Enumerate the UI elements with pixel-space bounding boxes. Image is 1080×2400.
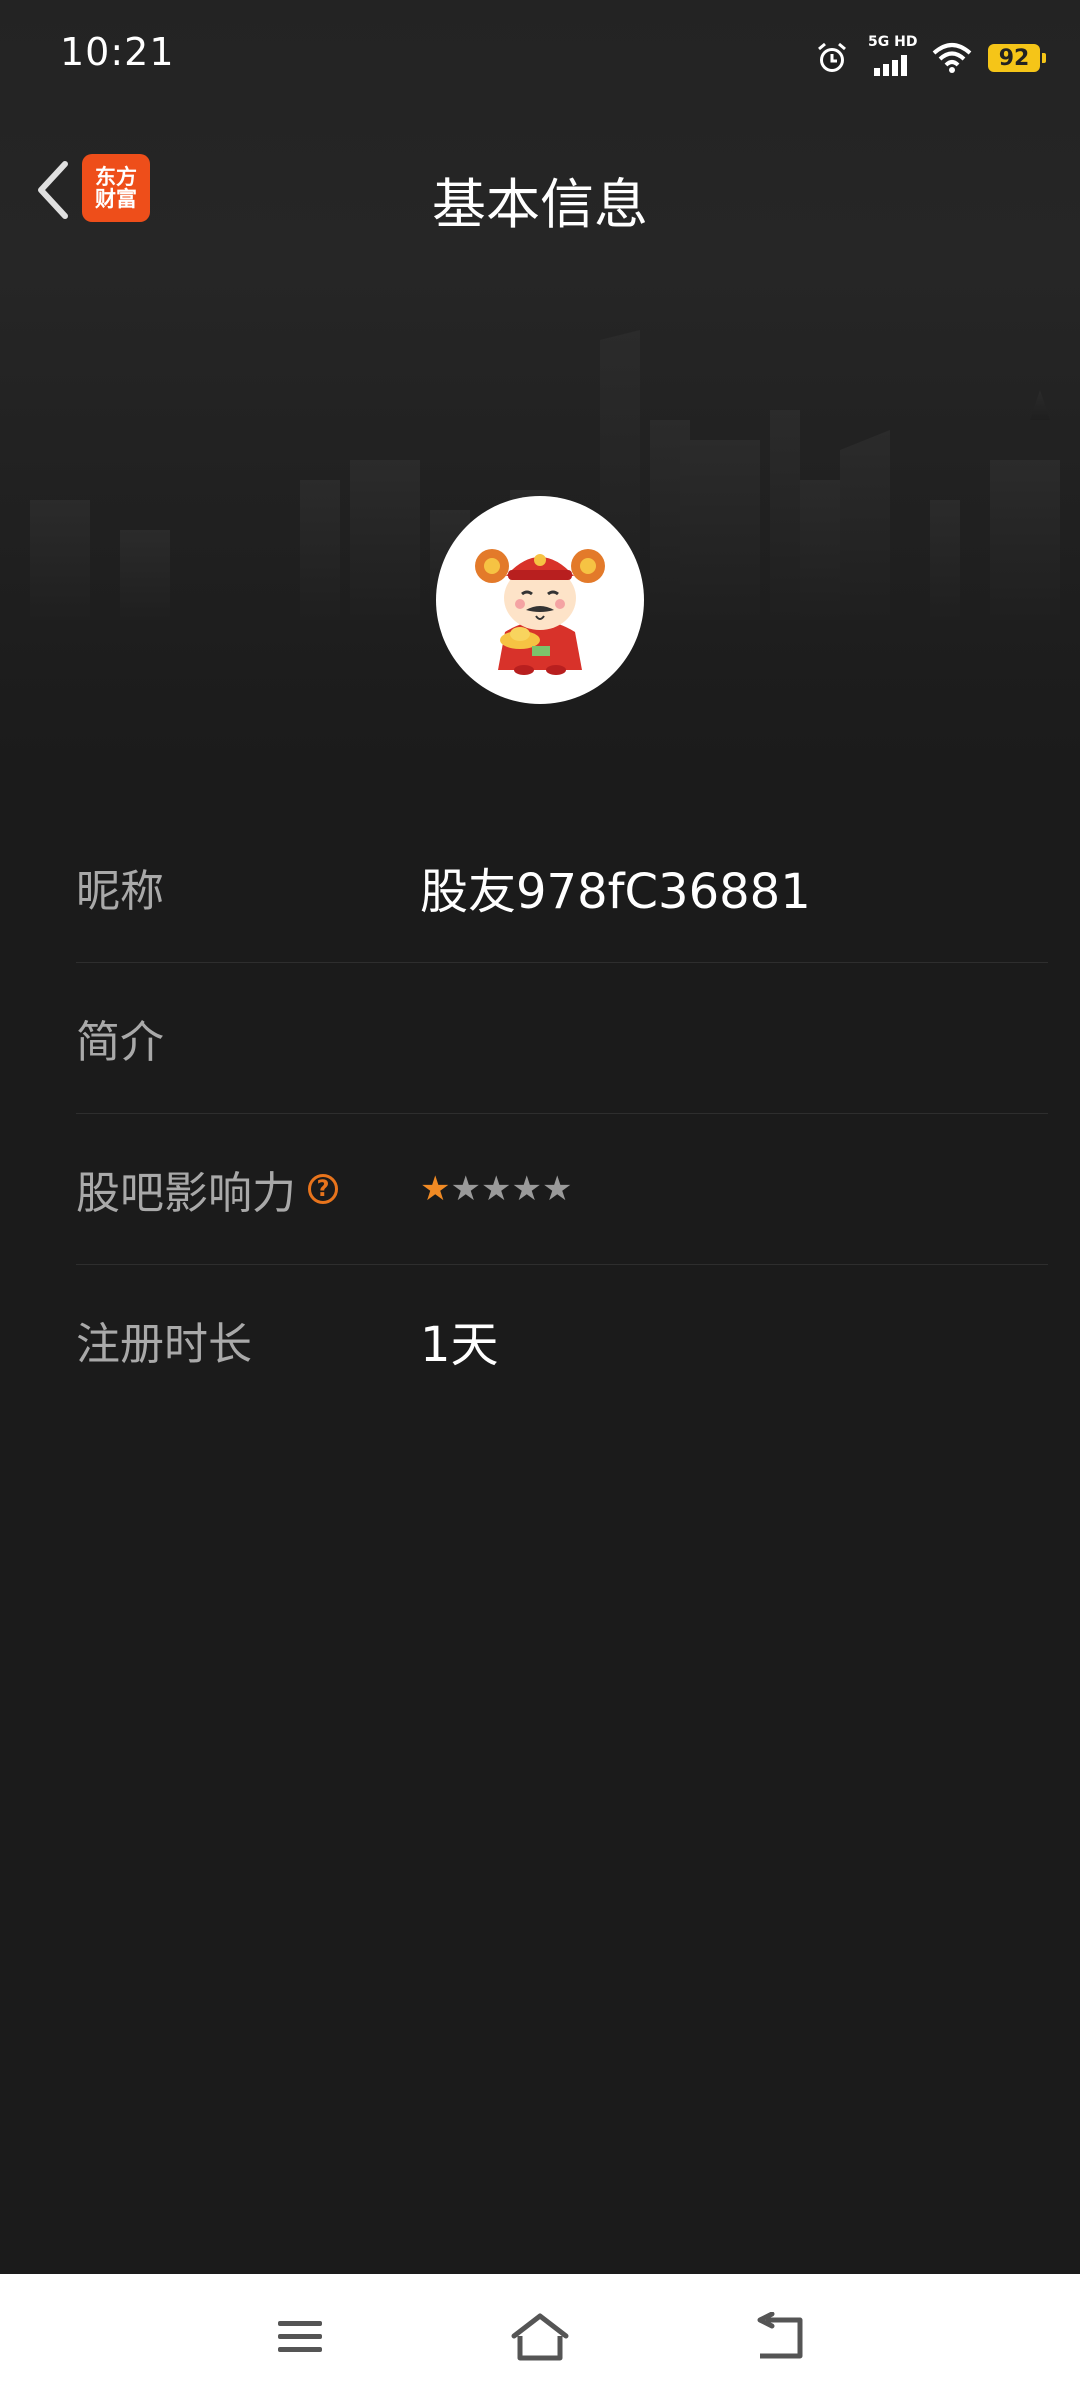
back-button[interactable] [18, 152, 88, 228]
nickname-row[interactable]: 昵称 股友978fC36881 [76, 812, 1048, 963]
bio-label: 简介 [76, 1017, 164, 1068]
back-icon [757, 2312, 803, 2359]
app-logo[interactable]: 东方 财富 [82, 154, 150, 222]
signal-indicator: 5G HD [866, 34, 917, 78]
alarm-icon [818, 42, 846, 72]
chevron-left-icon [38, 161, 68, 219]
star-icon: ★ [541, 1169, 573, 1209]
nickname-label: 昵称 [76, 866, 164, 917]
influence-row: 股吧影响力 ? ★ ★ ★ ★ ★ [76, 1114, 1048, 1265]
avatar[interactable] [436, 496, 644, 704]
influence-label-group: 股吧影响力 ? [76, 1157, 420, 1221]
star-icon: ★ [450, 1169, 481, 1209]
influence-rating: ★ ★ ★ ★ ★ [420, 1172, 572, 1206]
registration-row: 注册时长 1天 [76, 1265, 1048, 1415]
star-icon: ★ [420, 1169, 451, 1209]
signal-bars-icon [874, 55, 907, 76]
nav-home-button[interactable] [500, 2302, 580, 2372]
profile-info-list: 昵称 股友978fC36881 简介 股吧影响力 ? ★ ★ ★ ★ ★ 注册时… [76, 812, 1048, 1415]
nav-menu-button[interactable] [260, 2302, 340, 2372]
bio-row[interactable]: 简介 [76, 963, 1048, 1114]
app-logo-line2: 财富 [95, 187, 137, 211]
home-icon [511, 2313, 569, 2361]
avatar-illustration [475, 549, 605, 675]
battery-indicator: 92 [988, 44, 1046, 72]
status-bar: 10:21 5G HD 92 [0, 0, 1080, 110]
menu-icon [278, 2321, 322, 2352]
system-nav-bar [0, 2274, 1080, 2400]
influence-label: 股吧影响力 [76, 1168, 296, 1219]
app-header: 东方 财富 基本信息 [0, 130, 1080, 250]
star-icon: ★ [480, 1169, 512, 1209]
registration-label: 注册时长 [76, 1319, 252, 1370]
help-icon[interactable]: ? [308, 1174, 338, 1204]
status-time: 10:21 [60, 30, 175, 74]
wifi-icon [932, 43, 972, 73]
nickname-value: 股友978fC36881 [420, 864, 811, 920]
screen: 10:21 5G HD 92 东方 财富 基本信息 昵称 股友978fC3688… [0, 0, 1080, 2400]
nav-back-button[interactable] [740, 2302, 820, 2372]
app-logo-line1: 东方 [95, 164, 137, 189]
page-title: 基本信息 [432, 173, 648, 236]
registration-value: 1天 [420, 1317, 499, 1373]
star-icon: ★ [511, 1169, 542, 1209]
status-icons: 5G HD 92 [814, 34, 1046, 78]
